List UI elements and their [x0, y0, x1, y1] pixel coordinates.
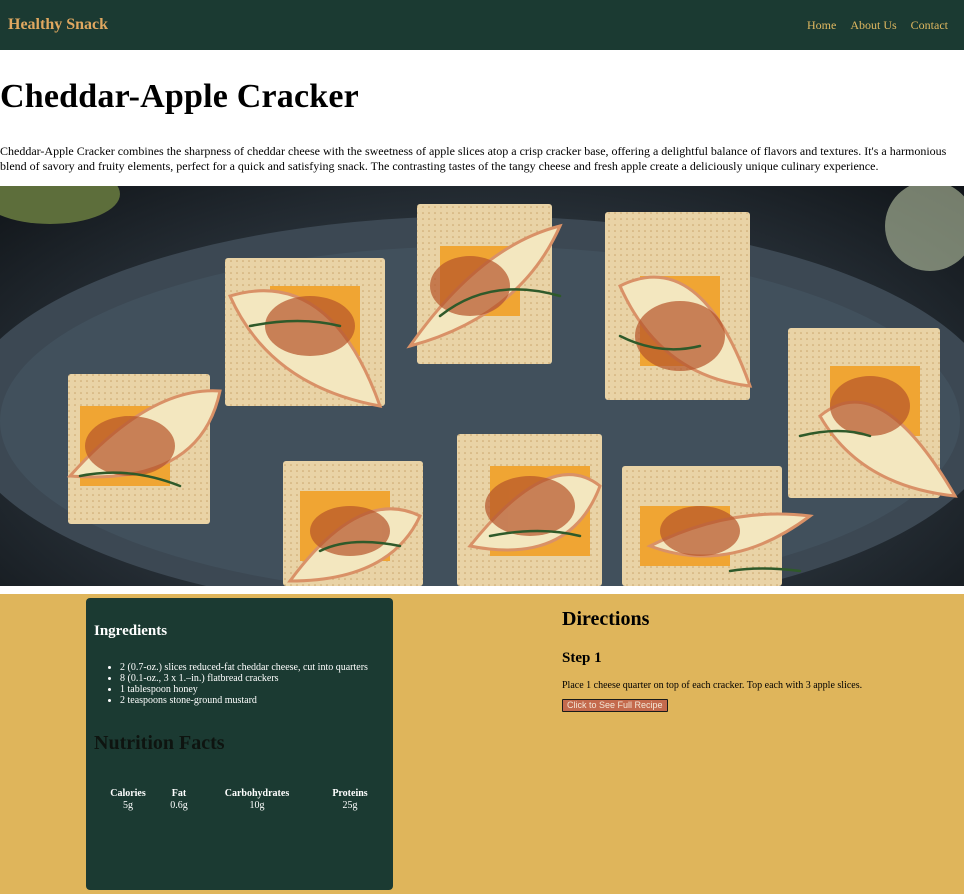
top-navbar: Healthy Snack Home About Us Contact: [0, 0, 964, 50]
ingredients-list: 2 (0.7-oz.) slices reduced-fat cheddar c…: [94, 662, 368, 706]
nutrition-value: 25g: [342, 800, 358, 811]
nutrition-label: Carbohydrates: [224, 788, 290, 799]
recipe-description: Cheddar-Apple Cracker combines the sharp…: [0, 144, 947, 173]
nav-link-about-us[interactable]: About Us: [850, 18, 896, 33]
page-title: Cheddar-Apple Cracker: [0, 78, 359, 115]
list-item: 2 teaspoons stone-ground mustard: [120, 695, 368, 706]
nutrition-label: Fat: [171, 788, 187, 799]
list-item: 2 (0.7-oz.) slices reduced-fat cheddar c…: [120, 662, 368, 673]
nutrition-facts-heading: Nutrition Facts: [94, 732, 225, 754]
directions-heading: Directions: [562, 608, 650, 630]
brand-logo-text[interactable]: Healthy Snack: [8, 16, 108, 34]
hero-food-image: [0, 186, 964, 586]
directions-panel: Directions Step 1 Place 1 cheese quarter…: [562, 608, 962, 713]
nav-link-home[interactable]: Home: [807, 18, 836, 33]
ingredients-heading: Ingredients: [94, 623, 168, 639]
nav-link-contact[interactable]: Contact: [911, 18, 948, 33]
step-text: Place 1 cheese quarter on top of each cr…: [562, 680, 863, 691]
list-item: 8 (0.1-oz., 3 x 1.–in.) flatbread cracke…: [120, 673, 368, 684]
step-heading: Step 1: [562, 650, 602, 666]
nutrition-fat: Fat 0.6g: [139, 788, 219, 812]
nutrition-proteins: Proteins 25g: [310, 788, 390, 812]
nutrition-value: 0.6g: [170, 800, 188, 811]
nav-links: Home About Us Contact: [793, 18, 948, 33]
full-recipe-button[interactable]: Click to See Full Recipe: [562, 699, 668, 712]
recipe-details-section: Ingredients 2 (0.7-oz.) slices reduced-f…: [0, 594, 964, 894]
nutrition-carbohydrates: Carbohydrates 10g: [217, 788, 297, 812]
list-item: 1 tablespoon honey: [120, 684, 368, 695]
ingredients-card: Ingredients 2 (0.7-oz.) slices reduced-f…: [86, 598, 393, 890]
nutrition-value: 10g: [249, 800, 265, 811]
nutrition-label: Proteins: [332, 788, 368, 799]
